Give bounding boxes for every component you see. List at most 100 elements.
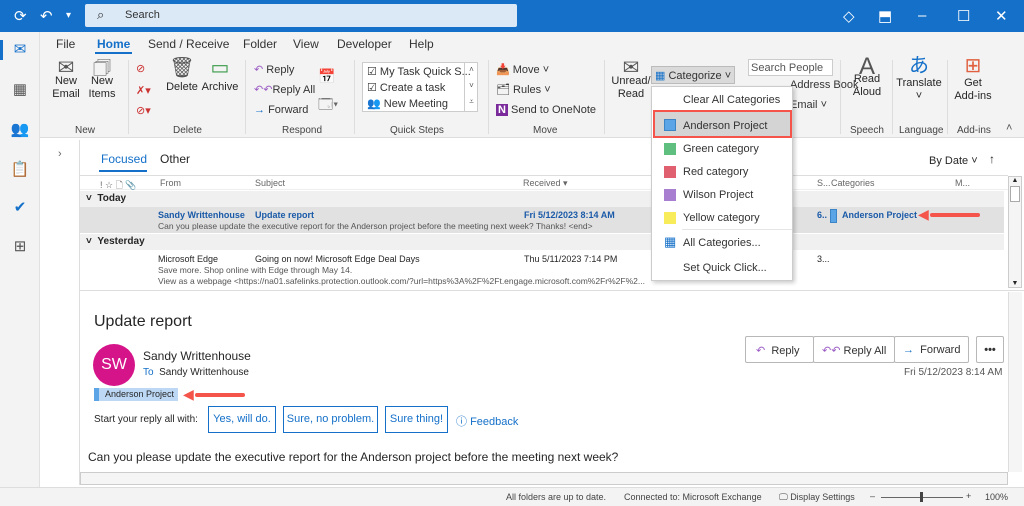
customize-icon[interactable]: ▾ — [66, 10, 71, 21]
tab-folder[interactable]: Folder — [243, 37, 277, 51]
reply-button[interactable]: ↶ Reply — [745, 336, 814, 363]
reply-button[interactable]: ↶ Reply — [254, 63, 294, 76]
cleanup-icon[interactable]: ✗▾ — [136, 84, 151, 97]
send-to-onenote-button[interactable]: N Send to OneNote — [496, 104, 596, 116]
undo-icon[interactable]: ↶ — [40, 7, 53, 25]
reading-scrollbar[interactable] — [1008, 292, 1022, 472]
filter-email-button[interactable]: Email ˅ — [790, 99, 827, 111]
zoom-out-button[interactable]: – — [870, 491, 875, 501]
group-header-yesterday[interactable]: ˅ Yesterday — [80, 234, 1004, 250]
column-categories[interactable]: Categories — [831, 178, 875, 188]
collapse-ribbon-icon[interactable]: ˄ — [1006, 122, 1012, 134]
suggested-reply-button[interactable]: Sure thing! — [385, 406, 448, 433]
sort-by-date[interactable]: By Date ˅ — [929, 155, 978, 167]
minimize-icon[interactable]: – — [918, 7, 926, 24]
forward-button[interactable]: → Forward — [254, 104, 308, 116]
envelope-open-icon: ✉ — [622, 57, 640, 79]
maximize-icon[interactable]: ☐ — [957, 7, 970, 25]
column-received[interactable]: Received ▾ — [523, 178, 568, 189]
column-from[interactable]: From — [160, 178, 181, 188]
more-respond-icon[interactable]: 🗔▾ — [318, 94, 338, 118]
new-email-button[interactable]: ✉ New Email — [50, 58, 82, 101]
quick-step-item[interactable]: 👥 New Meeting — [367, 97, 448, 110]
translate-button[interactable]: あ Translate ˅ — [894, 56, 944, 103]
avatar[interactable]: SW — [93, 344, 135, 386]
menu-item-green-category[interactable]: Green category — [683, 143, 759, 155]
expand-folder-pane-icon[interactable]: › — [58, 148, 62, 160]
new-items-button[interactable]: 🗇 New Items — [84, 57, 120, 101]
ignore-icon[interactable]: ⊘ — [136, 62, 145, 75]
search-people-input[interactable]: Search People — [748, 59, 833, 76]
tab-focused[interactable]: Focused — [101, 152, 147, 166]
label: Items — [88, 88, 116, 100]
tab-send-receive[interactable]: Send / Receive — [148, 37, 229, 51]
reply-all-button[interactable]: ↶↶ Reply All — [813, 336, 895, 363]
tab-view[interactable]: View — [293, 37, 319, 51]
meeting-reply-icon[interactable]: 📅 — [318, 68, 335, 85]
quick-step-item[interactable]: ☑ My Task Quick S... — [367, 65, 471, 78]
delete-button[interactable]: 🗑 Delete — [164, 58, 200, 94]
label: Feedback — [470, 416, 519, 428]
horizontal-scrollbar[interactable] — [80, 472, 1008, 485]
close-icon[interactable]: ✕ — [995, 7, 1008, 25]
menu-item-all-categories[interactable]: All Categories... — [683, 237, 761, 249]
move-button[interactable]: 📥 Move ˅ — [496, 63, 549, 76]
suggested-reply-button[interactable]: Sure, no problem. — [283, 406, 378, 433]
menu-item-wilson-project[interactable]: Wilson Project — [683, 189, 753, 201]
recipient[interactable]: Sandy Writtenhouse — [159, 367, 249, 378]
sync-icon[interactable]: ⟳ — [14, 7, 27, 25]
message-row[interactable]: Microsoft Edge Going on now! Microsoft E… — [80, 250, 1004, 288]
sort-direction-icon[interactable]: ↑ — [989, 152, 995, 166]
get-add-ins-button[interactable]: ⊞ Get Add-ins — [950, 56, 996, 103]
list-scrollbar[interactable]: ▲ ▼ — [1008, 176, 1022, 288]
archive-button[interactable]: ▭ Archive — [200, 58, 240, 94]
premium-icon[interactable]: ◇ — [843, 7, 855, 25]
sync-status: All folders are up to date. — [506, 492, 607, 502]
unread-read-button[interactable]: ✉ Unread/Read — [610, 57, 652, 101]
calendar-icon[interactable]: ▦ — [10, 80, 30, 98]
reply-all-button[interactable]: ↶↶Reply All — [254, 83, 315, 96]
tab-file[interactable]: File — [56, 37, 75, 51]
annotation-arrow — [195, 393, 245, 397]
group-header-today[interactable]: ˅ Today — [80, 191, 1004, 207]
rules-button[interactable]: 🗂 Rules ˅ — [496, 83, 551, 96]
quick-step-item[interactable]: ☑ Create a task — [367, 81, 445, 94]
read-aloud-button[interactable]: A Read Aloud — [848, 55, 886, 99]
todo-icon[interactable]: ✔ — [10, 198, 30, 216]
mail-icon[interactable]: ✉ — [10, 40, 30, 58]
junk-icon[interactable]: ⊘▾ — [136, 104, 151, 117]
menu-item-clear-all-categories[interactable]: Clear All Categories — [683, 94, 780, 106]
column-mention[interactable]: M... — [955, 178, 970, 188]
suggested-reply-button[interactable]: Yes, will do. — [208, 406, 276, 433]
sender-name[interactable]: Sandy Writtenhouse — [143, 349, 251, 363]
column-size[interactable]: S... — [817, 178, 831, 188]
message-row[interactable]: Sandy Writtenhouse Update report Fri 5/1… — [80, 207, 1004, 233]
label: Reply All — [843, 345, 887, 357]
gallery-scroll[interactable]: ˄ ˅ ⩡ — [464, 62, 478, 112]
tab-other[interactable]: Other — [160, 152, 190, 166]
tab-home[interactable]: Home — [97, 37, 130, 51]
tasks-icon[interactable]: 📋 — [10, 160, 30, 178]
more-actions-button[interactable]: ••• — [976, 336, 1004, 363]
search-input[interactable]: Search — [125, 9, 160, 21]
coming-soon-icon[interactable]: ⬒ — [878, 7, 892, 25]
display-settings-button[interactable]: 🖵 Display Settings — [779, 492, 855, 503]
search-box[interactable]: ⌕ Search — [85, 4, 517, 27]
category-tag[interactable]: Anderson Project — [94, 388, 178, 401]
menu-item-yellow-category[interactable]: Yellow category — [683, 212, 760, 224]
menu-item-set-quick-click[interactable]: Set Quick Click... — [683, 262, 767, 274]
forward-button[interactable]: → Forward — [894, 336, 969, 363]
tab-developer[interactable]: Developer — [337, 37, 392, 51]
feedback-link[interactable]: ⓘ Feedback — [456, 413, 518, 429]
menu-item-red-category[interactable]: Red category — [683, 166, 748, 178]
new-items-icon: 🗇 — [92, 57, 112, 79]
tab-help[interactable]: Help — [409, 37, 434, 51]
categorize-button[interactable]: ▦ Categorize ˅ — [651, 66, 735, 84]
status-bar: All folders are up to date. Connected to… — [0, 487, 1024, 506]
people-icon[interactable]: 👥 — [10, 120, 30, 138]
label: New — [90, 75, 113, 87]
apps-icon[interactable]: ⊞ — [10, 237, 30, 255]
zoom-slider-thumb[interactable] — [920, 492, 923, 502]
column-subject[interactable]: Subject — [255, 178, 285, 188]
zoom-in-button[interactable]: + — [966, 491, 971, 501]
